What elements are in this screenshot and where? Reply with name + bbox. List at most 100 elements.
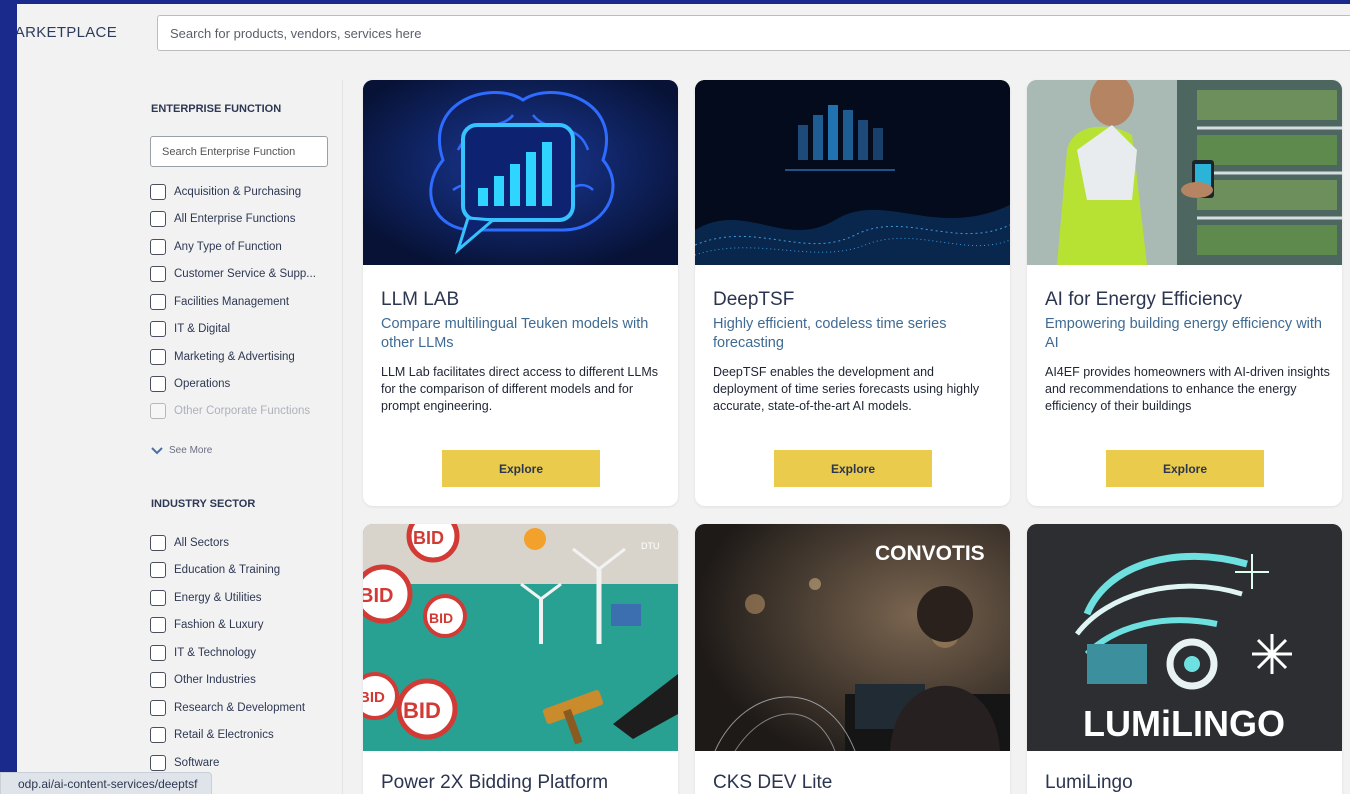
checkbox-box[interactable] (150, 349, 166, 365)
checkbox-box[interactable] (150, 645, 166, 661)
checkbox-box[interactable] (150, 376, 166, 392)
filter-checkbox[interactable]: Other Industries (150, 670, 256, 690)
global-search-input[interactable] (157, 15, 1350, 51)
explore-button[interactable]: Explore (774, 450, 932, 487)
chevron-down-icon (151, 446, 163, 454)
card-description: LLM Lab facilitates direct access to dif… (381, 365, 658, 413)
checkbox-label: Fashion & Luxury (174, 619, 264, 631)
checkbox-box[interactable] (150, 562, 166, 578)
filter-checkbox[interactable]: All Sectors (150, 533, 229, 553)
checkbox-box[interactable] (150, 184, 166, 200)
deeptsf-image (695, 80, 1010, 265)
filter-checkbox[interactable]: Operations (150, 374, 230, 394)
checkbox-box[interactable] (150, 266, 166, 282)
checkbox-label: Acquisition & Purchasing (174, 186, 302, 198)
checkbox-label: IT & Digital (174, 323, 231, 335)
enterprise-function-heading: ENTERPRISE FUNCTION (151, 103, 282, 115)
filter-checkbox[interactable]: Marketing & Advertising (150, 347, 295, 367)
checkbox-box[interactable] (150, 294, 166, 310)
filter-checkbox[interactable]: Education & Training (150, 560, 280, 580)
checkbox-box[interactable] (150, 755, 166, 771)
checkbox-box[interactable] (150, 590, 166, 606)
top-header: MARKETPLACE (0, 4, 1350, 80)
filter-checkbox[interactable]: All Enterprise Functions (150, 209, 295, 229)
product-card-energy-efficiency[interactable]: AI for Energy Efficiency Empowering buil… (1027, 80, 1342, 506)
filter-checkbox[interactable]: Any Type of Function (150, 237, 282, 257)
checkbox-label: Facilities Management (174, 296, 290, 308)
card-subtitle: Compare multilingual Teuken models with … (381, 316, 649, 351)
checkbox-box[interactable] (150, 403, 166, 419)
dtu-logo: DTU (641, 541, 660, 551)
product-card-cks-dev-lite[interactable]: CONVOTIS CKS DEV Lite (695, 524, 1010, 794)
card-title[interactable]: DeepTSF (713, 289, 794, 311)
checkbox-label: IT & Technology (174, 647, 257, 659)
sidebar-divider (342, 80, 343, 794)
checkbox-box[interactable] (150, 617, 166, 633)
filter-checkbox[interactable]: IT & Digital (150, 319, 230, 339)
explore-button[interactable]: Explore (442, 450, 600, 487)
filter-checkbox[interactable]: Fashion & Luxury (150, 615, 264, 635)
card-subtitle: Highly efficient, codeless time series f… (713, 316, 947, 351)
brand-label[interactable]: MARKETPLACE (2, 24, 117, 41)
convotis-logo: CONVOTIS (875, 542, 985, 565)
app-frame: MARKETPLACE ENTERPRISE FUNCTION Acquisit… (0, 4, 1350, 794)
checkbox-label: All Sectors (174, 537, 229, 549)
checkbox-label: All Enterprise Functions (174, 213, 296, 225)
product-card-power2x[interactable]: DTU BID BID BID BID BID Power 2X Bidding… (363, 524, 678, 794)
checkbox-label: Customer Service & Supp... (174, 268, 316, 280)
bid-sign: BID (429, 610, 453, 626)
checkbox-label: Operations (174, 378, 231, 390)
llm-lab-image (363, 80, 678, 265)
card-title[interactable]: AI for Energy Efficiency (1045, 289, 1242, 311)
filter-checkbox[interactable]: Facilities Management (150, 292, 289, 312)
filter-checkbox[interactable]: Other Corporate Functions (150, 401, 310, 421)
filter-checkbox[interactable]: Acquisition & Purchasing (150, 182, 301, 202)
bid-sign: BID (413, 528, 444, 548)
lumilingo-image: LUMiLINGO (1027, 524, 1342, 751)
bid-sign: BID (363, 585, 393, 607)
checkbox-label: Research & Development (174, 702, 306, 714)
energy-efficiency-image (1027, 80, 1342, 265)
checkbox-box[interactable] (150, 700, 166, 716)
filter-checkbox[interactable]: Energy & Utilities (150, 588, 262, 608)
checkbox-label: Software (174, 757, 220, 769)
see-more-label: See More (169, 445, 213, 456)
card-title[interactable]: LLM LAB (381, 289, 459, 311)
filter-checkbox[interactable]: Retail & Electronics (150, 725, 274, 745)
bid-sign: BID (363, 689, 385, 706)
checkbox-label: Education & Training (174, 564, 281, 576)
checkbox-box[interactable] (150, 727, 166, 743)
checkbox-box[interactable] (150, 211, 166, 227)
filter-checkbox[interactable]: Software (150, 753, 219, 773)
power2x-image: DTU BID BID BID BID BID (363, 524, 678, 751)
filter-checkbox[interactable]: Customer Service & Supp... (150, 264, 316, 284)
card-title[interactable]: CKS DEV Lite (713, 772, 832, 794)
checkbox-box[interactable] (150, 672, 166, 688)
filter-sidebar: ENTERPRISE FUNCTION Acquisition & Purcha… (17, 80, 342, 794)
status-bar-url: odp.ai/ai-content-services/deeptsf (0, 772, 213, 794)
card-description: AI4EF provides homeowners with AI-driven… (1045, 365, 1330, 413)
product-card-llm-lab[interactable]: LLM LAB Compare multilingual Teuken mode… (363, 80, 678, 506)
checkbox-label: Retail & Electronics (174, 729, 274, 741)
product-card-lumilingo[interactable]: LUMiLINGO LumiLingo (1027, 524, 1342, 794)
cks-dev-lite-image: CONVOTIS (695, 524, 1010, 751)
card-title[interactable]: LumiLingo (1045, 772, 1133, 794)
product-card-deeptsf[interactable]: DeepTSF Highly efficient, codeless time … (695, 80, 1010, 506)
bid-sign: BID (403, 698, 441, 723)
checkbox-box[interactable] (150, 239, 166, 255)
checkbox-box[interactable] (150, 535, 166, 551)
filter-checkbox[interactable]: Research & Development (150, 698, 305, 718)
checkbox-label: Any Type of Function (174, 241, 282, 253)
checkbox-label: Other Corporate Functions (174, 405, 311, 417)
checkbox-box[interactable] (150, 321, 166, 337)
checkbox-label: Other Industries (174, 674, 256, 686)
explore-button[interactable]: Explore (1106, 450, 1264, 487)
window-edge (0, 4, 17, 794)
card-description: DeepTSF enables the development and depl… (713, 365, 980, 413)
card-title[interactable]: Power 2X Bidding Platform (381, 772, 608, 794)
checkbox-label: Energy & Utilities (174, 592, 262, 604)
filter-checkbox[interactable]: IT & Technology (150, 643, 256, 663)
see-more-link[interactable]: See More (151, 445, 212, 456)
lumilingo-logo: LUMiLINGO (1083, 703, 1285, 744)
enterprise-function-search[interactable] (150, 136, 328, 167)
